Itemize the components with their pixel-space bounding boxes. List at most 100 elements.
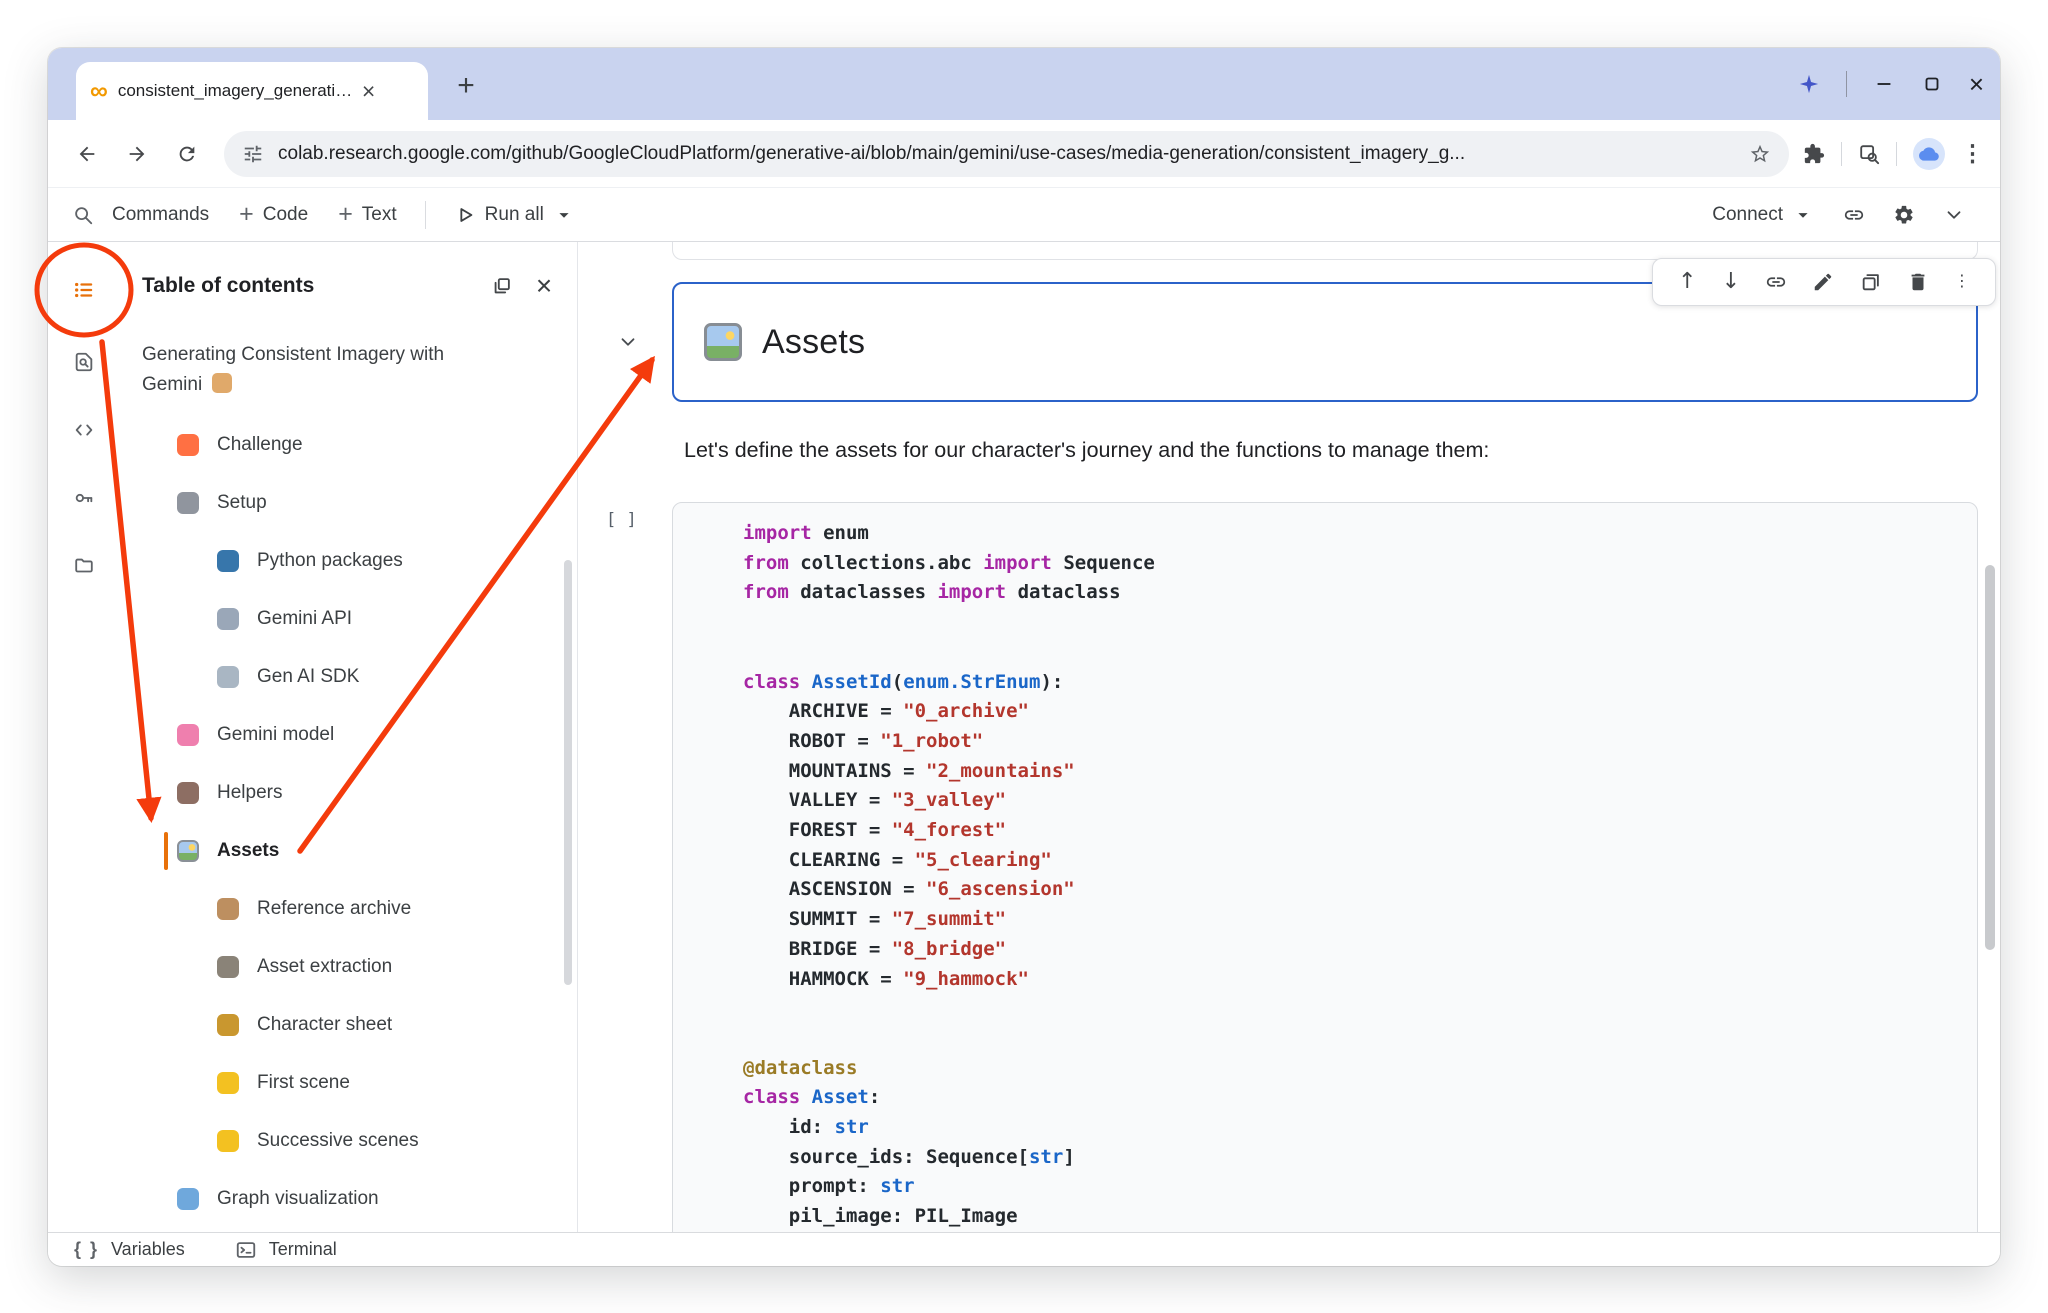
- edit-cell-button[interactable]: [1812, 271, 1834, 293]
- site-info-icon[interactable]: [242, 143, 264, 165]
- fire-icon: [177, 434, 199, 456]
- execution-indicator[interactable]: [ ]: [606, 510, 637, 530]
- brain-icon: [177, 724, 199, 746]
- find-and-replace-button[interactable]: [62, 340, 106, 384]
- collapse-toolbar-icon[interactable]: [1932, 193, 1976, 237]
- toc-item-label: Gemini API: [257, 608, 352, 630]
- notebook-toolbar: Commands + Code + Text Run all Connect: [48, 188, 2000, 242]
- toc-item-setup[interactable]: Setup: [120, 474, 577, 532]
- new-tab-button[interactable]: +: [444, 64, 488, 108]
- toc-item-label: Gen AI SDK: [257, 666, 359, 688]
- minimize-button[interactable]: [1873, 73, 1895, 95]
- more-cell-actions-button[interactable]: ⋮: [1954, 274, 1970, 290]
- toc-item-successive-scenes[interactable]: Successive scenes: [120, 1112, 577, 1170]
- table-of-contents-button[interactable]: [62, 268, 106, 312]
- toc-item-reference-archive[interactable]: Reference archive: [120, 880, 577, 938]
- secrets-button[interactable]: [62, 476, 106, 520]
- robot-icon: [217, 666, 239, 688]
- toc-item-assets[interactable]: Assets: [120, 822, 577, 880]
- move-cell-down-button[interactable]: ↓: [1722, 271, 1740, 293]
- map-book-icon: [177, 1188, 199, 1210]
- maximize-button[interactable]: [1921, 73, 1943, 95]
- variables-button[interactable]: Variables: [111, 1239, 185, 1260]
- markdown-text-cell[interactable]: Let's define the assets for our characte…: [684, 438, 1489, 463]
- bookmark-star-icon[interactable]: [1749, 143, 1771, 165]
- toc-item-asset-extraction[interactable]: Asset extraction: [120, 938, 577, 996]
- code-editor: import enumfrom collections.abc import S…: [673, 503, 1977, 1232]
- section-title: Assets: [762, 323, 865, 362]
- collapse-section-chevron[interactable]: [610, 324, 646, 360]
- toc-item-gemini-model[interactable]: Gemini model: [120, 706, 577, 764]
- terminal-button[interactable]: Terminal: [269, 1239, 337, 1260]
- code-line: pil_image: PIL_Image: [743, 1202, 1977, 1232]
- toc-item-label: Successive scenes: [257, 1130, 419, 1152]
- search-icon: [72, 204, 94, 226]
- code-line: from dataclasses import dataclass: [743, 578, 1977, 608]
- commands-button[interactable]: Commands: [100, 194, 221, 236]
- sparkle-icon[interactable]: [1798, 73, 1820, 95]
- run-all-button[interactable]: Run all: [442, 194, 587, 236]
- close-panel-icon[interactable]: ×: [523, 265, 565, 307]
- toc-item-graph-visualization[interactable]: Graph visualization: [120, 1170, 577, 1228]
- toc-item-helpers[interactable]: Helpers: [120, 764, 577, 822]
- file-browser-button[interactable]: [62, 544, 106, 588]
- toc-title: Table of contents: [142, 274, 481, 298]
- move-cell-up-button[interactable]: ↑: [1678, 271, 1696, 293]
- toc-item-generating-consistent-imagery-with-gemini[interactable]: Generating Consistent Imagery with Gemin…: [120, 328, 577, 416]
- pick-icon: [217, 956, 239, 978]
- open-in-tab-icon[interactable]: [481, 265, 523, 307]
- tab-close-icon[interactable]: ×: [362, 80, 375, 103]
- code-line: class Asset:: [743, 1083, 1977, 1113]
- add-text-label: Text: [362, 204, 397, 226]
- browser-tab[interactable]: ∞ consistent_imagery_generation ×: [76, 62, 428, 120]
- page-search-icon[interactable]: [1858, 143, 1880, 165]
- address-bar[interactable]: colab.research.google.com/github/GoogleC…: [224, 131, 1789, 177]
- workspace: Table of contents × Generating Consisten…: [48, 242, 2000, 1232]
- toc-item-character-sheet[interactable]: Character sheet: [120, 996, 577, 1054]
- extensions-icon[interactable]: [1803, 143, 1825, 165]
- toc-scrollbar[interactable]: [564, 560, 572, 985]
- toc-item-label: Setup: [217, 492, 267, 514]
- paperclip-icon: [217, 608, 239, 630]
- add-text-button[interactable]: + Text: [326, 194, 408, 236]
- toc-item-label: Challenge: [217, 434, 303, 456]
- back-button[interactable]: [64, 131, 110, 177]
- code-line: VALLEY = "3_valley": [743, 786, 1977, 816]
- settings-gear-icon[interactable]: [1882, 193, 1926, 237]
- mirror-cell-button[interactable]: [1860, 271, 1882, 293]
- toc-item-gemini-api[interactable]: Gemini API: [120, 590, 577, 648]
- code-line: class AssetId(enum.StrEnum):: [743, 668, 1977, 698]
- close-window-button[interactable]: ×: [1969, 71, 1984, 97]
- framed-picture-icon: [177, 840, 199, 862]
- magic-wand-icon: [217, 1014, 239, 1036]
- toc-item-label: Helpers: [217, 782, 282, 804]
- code-line: HAMMOCK = "9_hammock": [743, 965, 1977, 995]
- toc-item-challenge[interactable]: Challenge: [120, 416, 577, 474]
- browser-window: ∞ consistent_imagery_generation × + × co…: [48, 48, 2000, 1266]
- connect-button[interactable]: Connect: [1700, 194, 1826, 236]
- code-line: [743, 608, 1977, 638]
- add-code-button[interactable]: + Code: [227, 194, 320, 236]
- reload-button[interactable]: [164, 131, 210, 177]
- delete-cell-button[interactable]: [1907, 271, 1929, 293]
- toc-item-first-scene[interactable]: First scene: [120, 1054, 577, 1112]
- toc-list: Generating Consistent Imagery with Gemin…: [120, 328, 577, 1232]
- browser-menu-icon[interactable]: ⋮: [1961, 142, 1984, 165]
- cell-toolbar: ↑ ↓ ⋮: [1652, 258, 1996, 306]
- status-bar: { } Variables Terminal: [48, 1232, 2000, 1266]
- share-link-icon[interactable]: [1832, 193, 1876, 237]
- hammer-wrench-icon: [177, 782, 199, 804]
- table-of-contents-panel: Table of contents × Generating Consisten…: [120, 242, 578, 1232]
- copy-cell-link-button[interactable]: [1765, 271, 1787, 293]
- forward-button[interactable]: [114, 131, 160, 177]
- caret-down-icon: [1792, 204, 1814, 226]
- call-me-hand-icon: [212, 373, 232, 393]
- toc-item-python-packages[interactable]: Python packages: [120, 532, 577, 590]
- toc-item-gen-ai-sdk[interactable]: Gen AI SDK: [120, 648, 577, 706]
- notebook-scrollbar[interactable]: [1985, 565, 1995, 950]
- tab-title: consistent_imagery_generation: [118, 81, 354, 101]
- code-line: ARCHIVE = "0_archive": [743, 697, 1977, 727]
- code-snippets-button[interactable]: [62, 408, 106, 452]
- code-cell[interactable]: import enumfrom collections.abc import S…: [672, 502, 1978, 1232]
- profile-avatar[interactable]: [1913, 138, 1945, 170]
